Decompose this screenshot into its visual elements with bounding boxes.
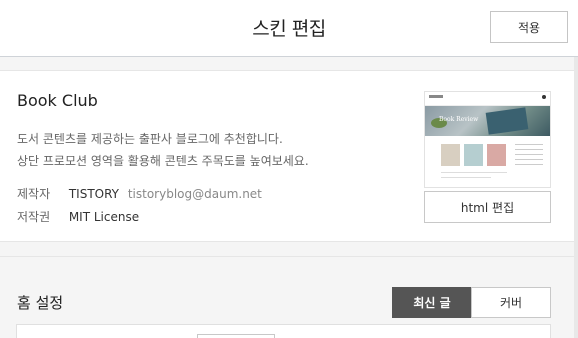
- description-line-2: 상단 프로모션 영역을 활용해 콘텐츠 주목도를 높여보세요.: [17, 154, 309, 168]
- skin-info-panel: Book Club 도서 콘텐츠를 제공하는 출판사 블로그에 추천합니다. 상…: [0, 70, 578, 242]
- thumbnail-hero-image: Book Review: [425, 106, 550, 136]
- license-label: 저작권: [17, 210, 51, 224]
- description-line-1: 도서 콘텐츠를 제공하는 출판사 블로그에 추천합니다.: [17, 132, 283, 146]
- tab-latest-posts[interactable]: 최신 글: [392, 287, 472, 318]
- license-row: 저작권 MIT License: [17, 208, 139, 225]
- thumbnail-text-line: [441, 177, 491, 178]
- thumbnail-card: [487, 144, 506, 166]
- maker-label: 제작자: [17, 187, 51, 201]
- license-value: MIT License: [68, 210, 140, 224]
- thumbnail-card: [441, 144, 460, 166]
- thumbnail-text-line: [441, 172, 507, 173]
- thumbnail-menu-icon: [542, 95, 546, 99]
- header-bar: 스킨 편집 적용: [0, 0, 578, 57]
- vertical-scrollbar[interactable]: [574, 57, 578, 338]
- html-edit-button[interactable]: html 편집: [424, 191, 551, 223]
- home-settings-section: 홈 설정 최신 글 커버: [0, 256, 578, 338]
- skin-name: Book Club: [17, 91, 98, 110]
- tab-cover[interactable]: 커버: [471, 287, 551, 318]
- thumbnail-card: [464, 144, 483, 166]
- thumbnail-caption: Book Review: [439, 116, 479, 123]
- thumbnail-topbar: [425, 92, 550, 106]
- thumbnail-logo: [429, 95, 443, 98]
- home-settings-control[interactable]: [197, 334, 275, 338]
- home-settings-panel: [16, 324, 551, 338]
- maker-email: tistoryblog@daum.net: [127, 187, 262, 201]
- thumbnail-book-shape: [485, 107, 529, 135]
- skin-description: 도서 콘텐츠를 제공하는 출판사 블로그에 추천합니다. 상단 프로모션 영역을…: [17, 128, 309, 172]
- maker-name: TISTORY: [68, 187, 119, 201]
- thumbnail-sidebar: [515, 144, 543, 169]
- apply-button[interactable]: 적용: [490, 11, 568, 43]
- maker-row: 제작자 TISTORY tistoryblog@daum.net: [17, 185, 262, 202]
- home-settings-title: 홈 설정: [17, 294, 64, 312]
- skin-thumbnail: Book Review: [424, 91, 551, 188]
